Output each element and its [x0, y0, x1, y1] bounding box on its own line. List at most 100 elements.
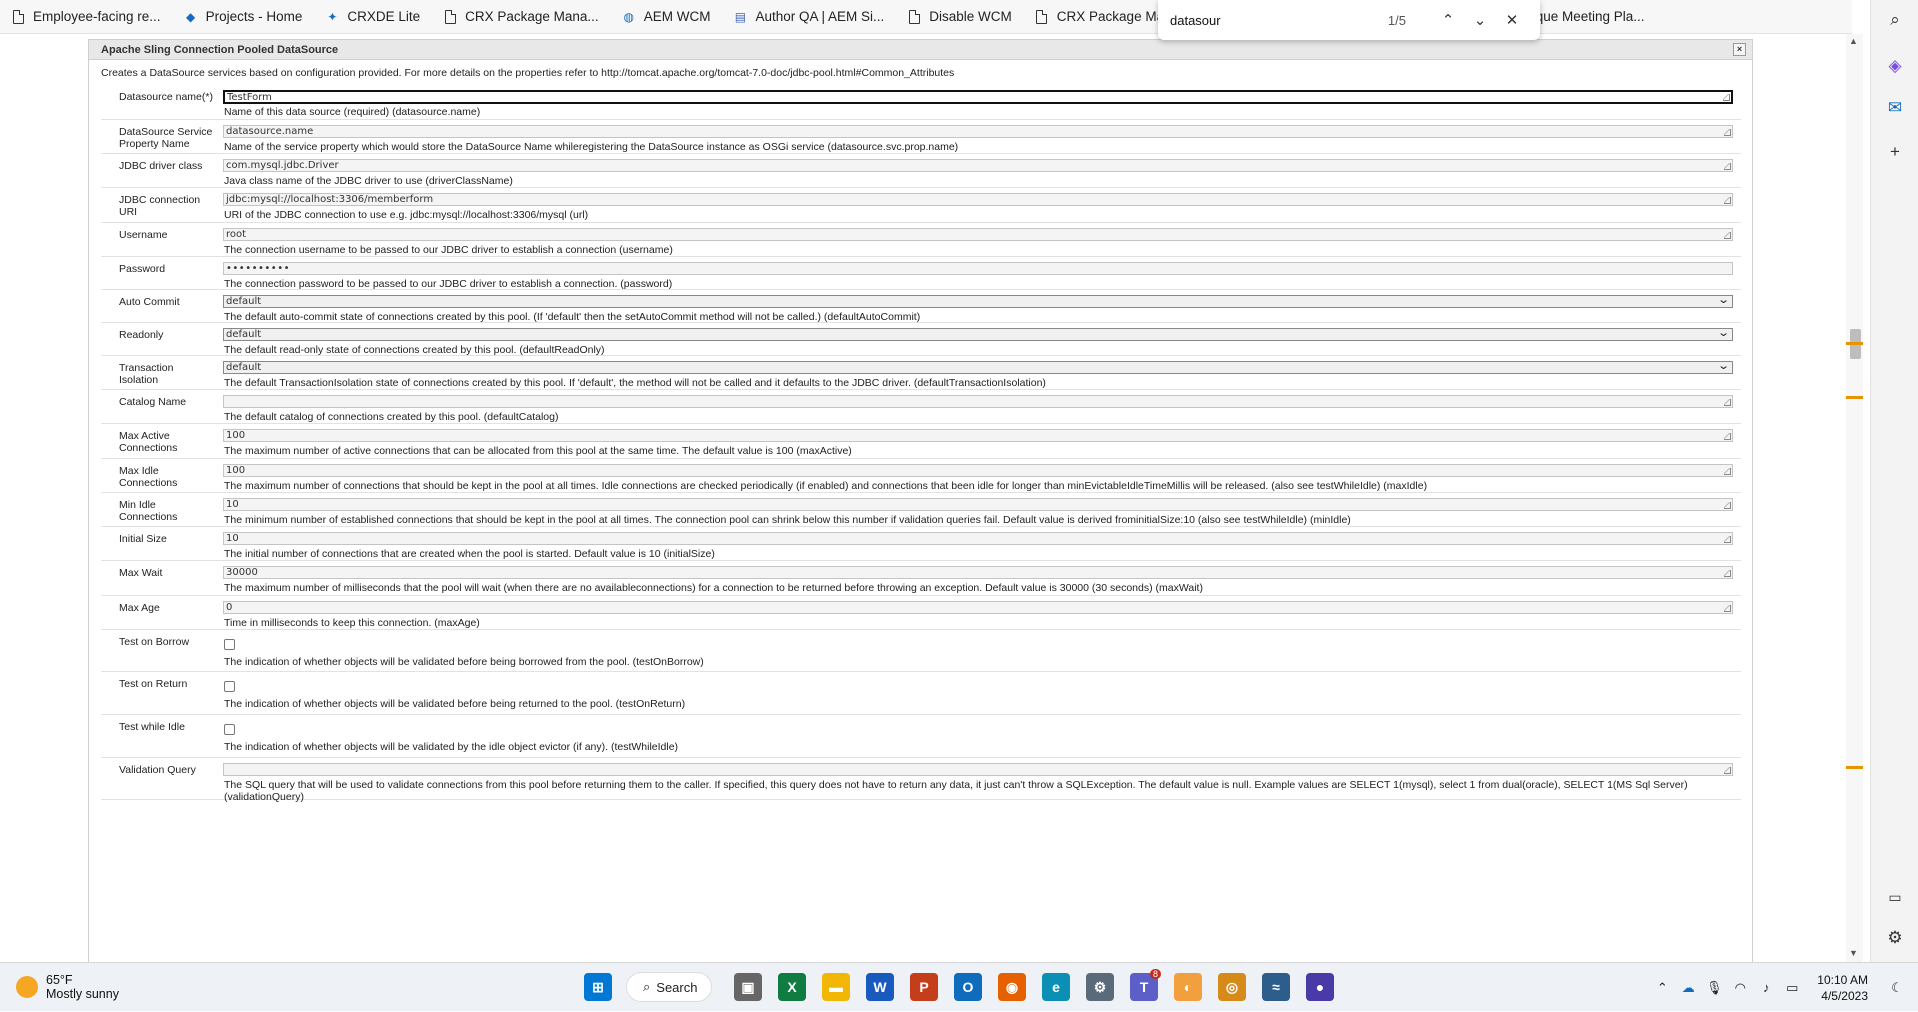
bookmark-item[interactable]: CRX Package Mana... — [442, 9, 599, 25]
field-value: TestForm — [227, 92, 272, 103]
field-label: DataSource Service Property Name — [119, 126, 213, 150]
field-checkbox[interactable] — [224, 639, 235, 650]
bookmark-item[interactable]: ✦ CRXDE Lite — [324, 9, 420, 25]
clock[interactable]: 10:10 AM 4/5/2023 — [1817, 972, 1868, 1004]
field-row: Auto Commit default ⌄ The default auto-comm… — [101, 290, 1741, 323]
field-row: Min Idle Connections 10 The minimum number… — [101, 493, 1741, 527]
find-bar: datasour 1/5 ⌃ ⌄ ✕ — [1158, 0, 1540, 40]
windows-start-icon[interactable]: ⊞ — [584, 973, 612, 1001]
notification-icon[interactable]: ☾ — [1886, 980, 1908, 996]
field-label: Test on Borrow — [119, 636, 190, 648]
field-value: root — [226, 229, 247, 240]
app-icon[interactable]: ◐ — [1174, 973, 1202, 1001]
field-input[interactable]: jdbc:mysql://localhost:3306/memberform — [223, 193, 1733, 206]
onedrive-icon[interactable]: ☁ — [1677, 980, 1699, 996]
edge-icon[interactable]: e — [1042, 973, 1070, 1001]
wifi-icon[interactable]: ◠ — [1729, 980, 1751, 996]
volume-icon[interactable]: ♪ — [1755, 980, 1777, 995]
vertical-scrollbar[interactable]: ▲ ▼ — [1846, 34, 1863, 962]
field-input[interactable] — [223, 395, 1733, 408]
field-select[interactable]: default ⌄ — [223, 327, 1733, 341]
add-icon[interactable]: + — [1883, 140, 1907, 164]
bookmark-label: Employee-facing re... — [33, 9, 161, 24]
task-view-icon[interactable]: ▣ — [734, 973, 762, 1001]
field-input[interactable]: 10 — [223, 532, 1733, 545]
app-icon[interactable]: ◎ — [1218, 973, 1246, 1001]
field-row: Max Idle Connections 100 The maximum numbe… — [101, 459, 1741, 493]
gear-icon[interactable]: ⚙ — [1883, 926, 1907, 950]
bookmark-item[interactable]: ◆ Projects - Home — [183, 9, 302, 25]
settings-app-icon[interactable]: ⚙ — [1086, 973, 1114, 1001]
app-icon[interactable]: ● — [1306, 973, 1334, 1001]
field-input[interactable]: root — [223, 228, 1733, 241]
bookmark-item[interactable]: Disable WCM — [906, 9, 1012, 25]
field-value: default — [226, 362, 262, 373]
outlook-icon[interactable]: O — [954, 973, 982, 1001]
field-description: The maximum number of active connections… — [224, 445, 852, 457]
mic-icon[interactable]: 🎙 — [1703, 980, 1725, 996]
field-description: The indication of whether objects will b… — [224, 698, 686, 710]
field-label: Transaction Isolation — [119, 362, 174, 386]
field-value: default — [226, 296, 262, 307]
field-checkbox[interactable] — [224, 724, 235, 735]
field-input[interactable]: 10 — [223, 498, 1733, 511]
bookmark-item[interactable]: ▤ Author QA | AEM Si... — [732, 9, 884, 25]
bookmark-label: CRX Package Mana... — [465, 9, 599, 24]
field-input[interactable]: 30000 — [223, 566, 1733, 579]
field-label: Initial Size — [119, 533, 167, 545]
close-icon[interactable]: × — [1733, 43, 1746, 56]
scroll-up-icon[interactable]: ▲ — [1849, 36, 1858, 46]
firefox-icon[interactable]: ◉ — [998, 973, 1026, 1001]
find-input[interactable]: datasour — [1170, 13, 1388, 28]
bookmark-label: Disable WCM — [929, 9, 1012, 24]
bookmark-item[interactable]: ◍ AEM WCM — [621, 9, 710, 25]
field-description: The default TransactionIsolation state o… — [224, 377, 1046, 389]
page-content: Apache Sling Connection Pooled DataSourc… — [0, 34, 1846, 962]
chevron-up-icon[interactable]: ⌃ — [1651, 980, 1673, 996]
sun-icon — [16, 976, 38, 998]
field-input[interactable]: 0 — [223, 601, 1733, 614]
field-input[interactable]: datasource.name — [223, 125, 1733, 138]
field-value: 30000 — [226, 567, 258, 578]
file-explorer-icon[interactable]: ▬ — [822, 973, 850, 1001]
powerpoint-icon[interactable]: P — [910, 973, 938, 1001]
find-previous-icon[interactable]: ⌃ — [1432, 11, 1464, 29]
excel-icon[interactable]: X — [778, 973, 806, 1001]
field-description: The SQL query that will be used to valid… — [224, 779, 1688, 803]
clock-date: 4/5/2023 — [1821, 988, 1868, 1003]
weather-temp: 65°F — [46, 973, 73, 987]
field-select[interactable]: default ⌄ — [223, 294, 1733, 308]
find-close-icon[interactable]: ✕ — [1496, 11, 1528, 29]
field-label: Username — [119, 229, 168, 241]
bookmark-item[interactable]: Employee-facing re... — [10, 9, 161, 25]
field-label: Password — [119, 263, 166, 275]
field-input[interactable]: 100 — [223, 429, 1733, 442]
find-count: 1/5 — [1387, 12, 1406, 28]
field-row: Readonly default ⌄ The default read-only st… — [101, 323, 1741, 356]
copilot-icon[interactable]: ◈ — [1883, 54, 1907, 78]
scroll-down-icon[interactable]: ▼ — [1849, 948, 1858, 958]
search-icon[interactable]: ⌕ — [1883, 8, 1907, 32]
find-next-icon[interactable]: ⌄ — [1464, 11, 1496, 29]
app-icon[interactable]: ≈ — [1262, 973, 1290, 1001]
field-row: Max Wait 30000 The maximum number of milli… — [101, 561, 1741, 596]
field-checkbox[interactable] — [224, 681, 235, 692]
outlook-icon[interactable]: ✉ — [1883, 96, 1907, 120]
chevron-down-icon: ⌄ — [1716, 359, 1730, 372]
field-input[interactable] — [223, 763, 1733, 776]
weather-widget[interactable]: 65°F Mostly sunny — [16, 973, 119, 1001]
field-input[interactable]: 100 — [223, 464, 1733, 477]
taskbar-search-button[interactable]: ⌕ Search — [626, 972, 712, 1002]
sidebar-toggle-icon[interactable]: ▭ — [1883, 885, 1907, 909]
weather-desc: Mostly sunny — [46, 987, 119, 1001]
battery-icon[interactable]: ▭ — [1781, 980, 1803, 996]
field-value: 10 — [226, 533, 239, 544]
field-select[interactable]: default ⌄ — [223, 359, 1733, 374]
field-label: Max Active Connections — [119, 430, 178, 454]
search-label: Search — [656, 979, 698, 995]
field-input[interactable]: com.mysql.jdbc.Driver — [223, 159, 1733, 172]
field-input[interactable]: TestForm — [223, 90, 1733, 104]
field-description: The default read-only state of connectio… — [224, 344, 605, 356]
password-field[interactable]: •••••••••• — [223, 262, 1733, 275]
word-icon[interactable]: W — [866, 973, 894, 1001]
